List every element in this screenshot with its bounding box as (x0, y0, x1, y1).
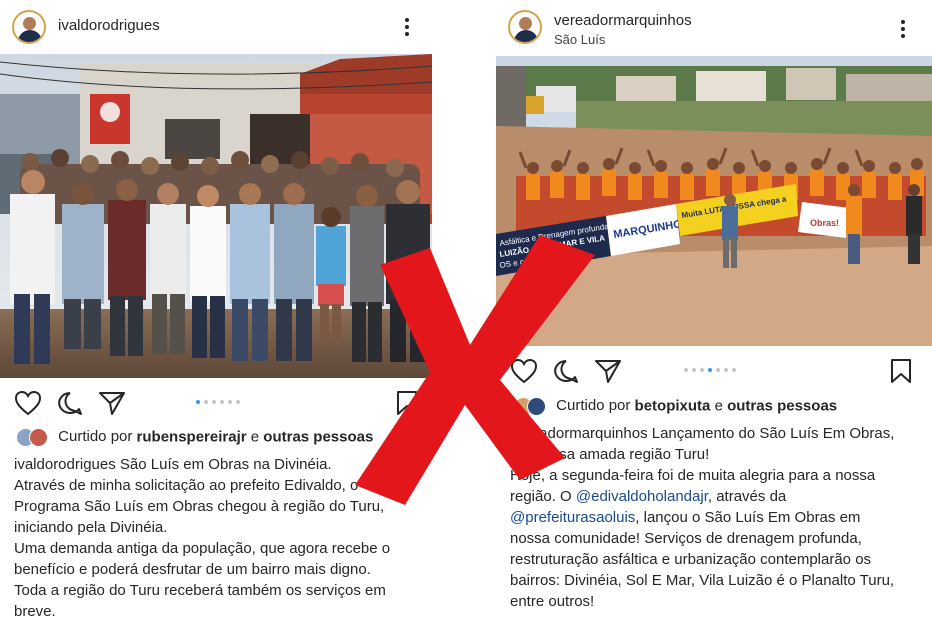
username[interactable]: ivaldorodrigues (58, 17, 160, 34)
caption-line: São Luís em Obras na Divinéia. (119, 456, 332, 473)
carousel-dot (196, 400, 200, 404)
post-header: ivaldorodrigues (0, 0, 432, 54)
liked-by-conj: e (250, 428, 260, 446)
liked-by-conj: e (714, 397, 723, 415)
bookmark-icon[interactable] (396, 390, 418, 416)
carousel-dot (236, 400, 240, 404)
carousel-dot (212, 400, 216, 404)
post-photo[interactable]: Asfáltica e Drenagem profunda LUIZÃO, SO… (496, 56, 932, 346)
mention-link[interactable]: @edivaldoholandajr (576, 488, 708, 505)
liked-by-others[interactable]: outras pessoas (263, 428, 373, 445)
caption-line: restruturação asfáltica e urbanização co… (510, 551, 872, 568)
caption-line: breve. (14, 603, 56, 620)
username[interactable]: vereadormarquinhos (554, 12, 692, 29)
comment-icon[interactable] (552, 358, 580, 384)
caption-username[interactable]: vereadormarquinhos (510, 425, 648, 442)
carousel-dot (700, 368, 704, 372)
bookmark-icon[interactable] (890, 358, 912, 384)
post-photo[interactable] (0, 54, 432, 378)
more-options-icon[interactable] (405, 18, 409, 36)
like-heart-icon[interactable] (14, 390, 42, 416)
caption-text: , lançou o São Luís Em Obras em (635, 509, 861, 526)
right-post: vereadormarquinhos São Luís Asfáltica e … (496, 0, 932, 640)
location[interactable]: São Luís (554, 32, 605, 47)
photo-group-of-people (0, 54, 432, 378)
liked-by-user[interactable]: betopixuta (635, 397, 711, 414)
avatar[interactable] (508, 10, 542, 44)
caption-line: Através de minha solicitação ao prefeito… (14, 477, 359, 494)
comment-icon[interactable] (56, 390, 84, 416)
caption-line: Programa São Luís em Obras chegou à regi… (14, 498, 385, 515)
carousel-indicator (196, 400, 244, 406)
caption-line: Hoje, a segunda-feira foi de muita alegr… (510, 467, 876, 484)
liked-by-prefix: Curtido por (556, 397, 631, 415)
caption-line: benefício e poderá desfrutar de um bairr… (14, 561, 371, 578)
caption-username[interactable]: ivaldorodrigues (14, 456, 116, 473)
share-direct-icon[interactable] (594, 358, 622, 384)
caption-line: em nossa amada região Turu! (510, 446, 710, 463)
post-actions (496, 356, 932, 386)
post-caption: ivaldorodrigues São Luís em Obras na Div… (14, 454, 429, 622)
post-caption: vereadormarquinhos Lançamento do São Luí… (510, 423, 930, 612)
caption-text: , através da (707, 488, 787, 505)
like-heart-icon[interactable] (510, 358, 538, 384)
liked-by[interactable]: Curtido por rubenspereirajr e outras pes… (16, 428, 373, 447)
mention-link[interactable]: @prefeiturasaoluis (510, 509, 635, 526)
caption-line: Uma demanda antiga da população, que ago… (14, 540, 391, 557)
photo-crowd-with-banners: Asfáltica e Drenagem profunda LUIZÃO, SO… (496, 56, 932, 346)
liked-by-others[interactable]: outras pessoas (727, 397, 837, 414)
caption-line: Toda a região do Turu receberá também os… (14, 582, 386, 599)
caption-line: nossa comunidade! Serviços de drenagem p… (510, 530, 862, 547)
liker-avatar (527, 397, 546, 416)
caption-text: região. O (510, 488, 572, 505)
liked-by-user[interactable]: rubenspereirajr (137, 428, 247, 445)
carousel-dot (228, 400, 232, 404)
share-direct-icon[interactable] (98, 390, 126, 416)
carousel-dot (732, 368, 736, 372)
post-actions (0, 388, 432, 418)
caption-line: Lançamento do São Luís Em Obras, (651, 425, 895, 442)
caption-line: bairros: Divinéia, Sol E Mar, Vila Luizã… (510, 572, 895, 589)
carousel-dot (684, 368, 688, 372)
carousel-dot (692, 368, 696, 372)
more-options-icon[interactable] (901, 20, 905, 38)
banner-white-text: Obras! (810, 218, 839, 228)
liked-by-prefix: Curtido por (58, 428, 133, 446)
caption-line: entre outros! (510, 593, 595, 610)
carousel-dot (724, 368, 728, 372)
carousel-dot (708, 368, 712, 372)
carousel-dot (204, 400, 208, 404)
liked-by[interactable]: Curtido por betopixuta e outras pessoas (514, 397, 837, 416)
caption-line: iniciando pela Divinéia. (14, 519, 168, 536)
carousel-dot (220, 400, 224, 404)
carousel-dot (716, 368, 720, 372)
avatar[interactable] (12, 10, 46, 44)
left-post: ivaldorodrigues Curtido por rubenspereir… (0, 0, 432, 640)
post-header: vereadormarquinhos São Luís (496, 0, 932, 54)
liker-avatar (29, 428, 48, 447)
carousel-indicator (684, 368, 740, 374)
